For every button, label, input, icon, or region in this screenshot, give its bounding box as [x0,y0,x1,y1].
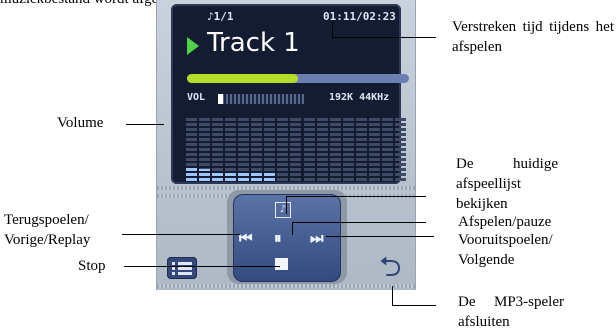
eq-column [316,117,328,181]
label-forward: Vooruitspoelen/ Volgende [458,232,553,268]
callout-line-playlist-h [286,196,426,197]
eq-column [381,117,393,181]
eq-column [355,117,367,181]
callout-line-time-tick [332,22,333,38]
equalizer-visualizer [186,117,408,181]
callout-line-rewind [122,234,240,235]
eq-column [290,117,302,181]
callout-line-exit-h [392,305,436,306]
play-pause-button[interactable]: ⏸ [274,231,282,246]
volume-bar[interactable] [218,94,304,104]
eq-level [264,173,276,181]
eq-column [251,117,263,181]
progress-fill [187,74,298,83]
eq-column [303,117,315,181]
eq-column [342,117,354,181]
mp3-player-device: ♪1/1 01:11/02:23 Track 1 VOL 192K 44KHz … [156,0,416,290]
rewind-button[interactable]: ⏮ [239,231,253,246]
forward-button[interactable]: ⏭ [310,231,324,246]
time-display: 01:11/02:23 [323,10,396,23]
label-stop: Stop [78,258,106,274]
callout-line-exit [392,286,393,306]
eq-column [238,117,250,181]
volume-fill [218,94,224,104]
eq-level [199,169,211,181]
eq-column [368,117,380,181]
stop-button[interactable] [275,258,288,270]
back-icon[interactable]: ⮌ [379,253,401,281]
eq-level [212,173,224,181]
label-play-pause: Afspelen/pauze [458,214,552,230]
playlist-button[interactable]: ♪ [275,202,291,218]
callout-line-playlist [286,196,287,214]
playlist-position: ♪1/1 [207,10,234,23]
progress-bar[interactable] [187,74,409,83]
label-exit: De MP3-speler afsluiten [458,294,564,330]
label-view-playlist: De huidige afspeellijst bekijken [456,156,558,212]
eq-level [251,173,263,181]
eq-column [277,117,289,181]
list-icon-dot [172,267,175,270]
menu-button[interactable] [167,257,197,279]
list-icon-dot [172,272,175,275]
bitrate-display: 192K 44KHz [329,92,390,103]
label-rewind: Terugspoelen/ Vorige/Replay [4,212,91,248]
eq-level [186,166,197,181]
grille-bottom [157,284,415,288]
eq-column [225,117,237,181]
callout-line-time [332,37,436,38]
eq-column [212,117,224,181]
callout-line-stop [124,266,280,267]
callout-line-volume [126,124,164,125]
eq-column [329,117,341,181]
callout-line-play [292,222,293,235]
eq-column [394,117,406,181]
eq-column [186,117,197,181]
callout-line-play-h [292,222,426,223]
list-icon [172,262,175,265]
label-elapsed-time: Verstreken tijd tijdens het afspelen [452,19,614,55]
play-state-icon [187,37,199,55]
list-icon-line [178,272,192,275]
track-title: Track 1 [207,28,300,58]
eq-column [199,117,211,181]
label-volume: Volume [57,115,104,131]
eq-level [238,173,250,181]
volume-label: VOL [187,92,206,103]
player-screen: ♪1/1 01:11/02:23 Track 1 VOL 192K 44KHz [171,4,409,184]
list-icon-line [178,262,192,265]
callout-line-forward [326,236,434,237]
list-icon-line [178,267,192,270]
eq-column [264,117,276,181]
eq-level [225,173,237,181]
